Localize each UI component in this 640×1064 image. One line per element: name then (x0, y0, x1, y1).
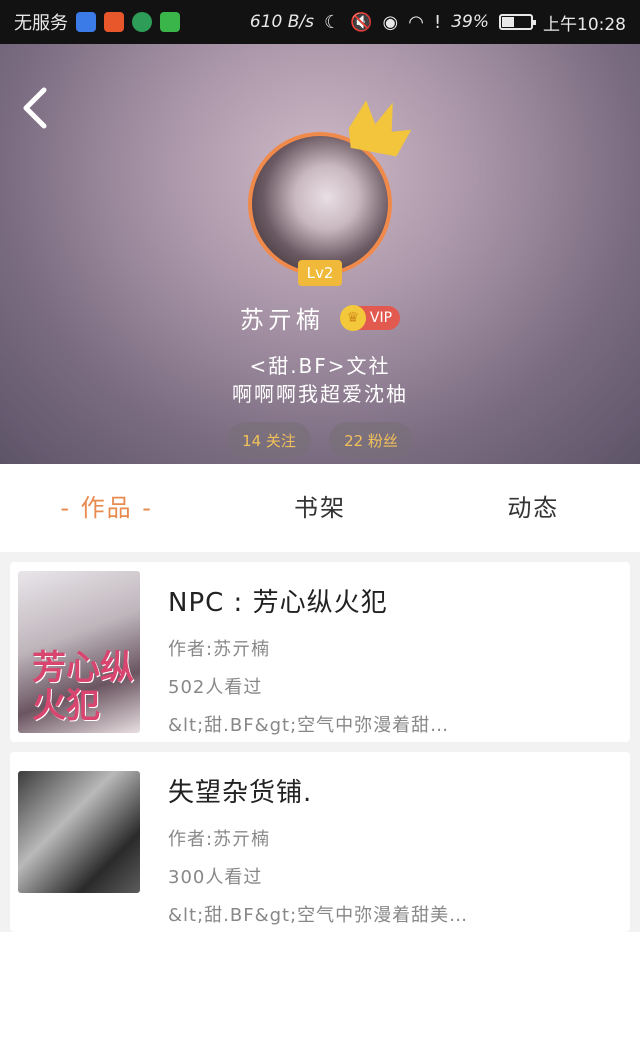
net-speed: 610 B/s (249, 12, 314, 32)
mute-icon: 🔇 (350, 11, 373, 33)
following-button[interactable]: 14 关注 (227, 422, 311, 458)
work-description: &lt;甜.BF&gt;空气中弥漫着甜… (168, 715, 450, 736)
chevron-left-icon (23, 87, 47, 129)
crown-coin-icon: ♛ (339, 304, 366, 331)
vip-badge: ♛ VIP (339, 304, 401, 331)
download-icon (132, 12, 152, 32)
moon-icon: ☾ (323, 11, 341, 33)
stats-row: 14 关注 22 粉丝 (0, 422, 640, 458)
work-card[interactable]: 失望杂货铺. 作者:苏亓楠 300人看过 &lt;甜.BF&gt;空气中弥漫着甜… (10, 752, 630, 932)
level-badge: Lv2 (298, 260, 342, 286)
profile-header: Lv2 苏亓楠 ♛ VIP <甜.BF>文社 啊啊啊我超爱沈柚 14 关注 22… (0, 44, 640, 464)
work-card[interactable]: 芳心纵火犯 NPC : 芳心纵火犯 作者:苏亓楠 502人看过 &lt;甜.BF… (10, 562, 630, 742)
battery-icon (499, 14, 536, 30)
video-icon (104, 12, 124, 32)
back-button[interactable] (16, 84, 56, 132)
eye-icon: ◉ (382, 11, 399, 33)
divider (0, 552, 640, 562)
bio-line-2: 啊啊啊我超爱沈柚 (232, 382, 408, 406)
battery-percent: 39% (451, 12, 489, 32)
iqiyi-icon (160, 12, 180, 32)
baidu-icon (76, 12, 96, 32)
wifi-icon: ◠ (408, 11, 424, 33)
name-row: 苏亓楠 ♛ VIP (0, 300, 640, 335)
status-bar: 无服务 610 B/s ☾ 🔇 ◉ ◠ ! 39% 上午10:28 (0, 0, 640, 44)
work-views: 300人看过 (168, 867, 263, 888)
bio-line-1: <甜.BF>文社 (249, 354, 391, 378)
tab-bookshelf[interactable]: 书架 (213, 464, 426, 552)
carrier-text: 无服务 (14, 13, 68, 34)
profile-tabs: - 作品 - 书架 动态 (0, 464, 640, 552)
tab-activity[interactable]: 动态 (427, 464, 640, 552)
avatar-wrap: Lv2 (248, 100, 412, 286)
clock: 上午10:28 (543, 14, 626, 35)
tab-works[interactable]: - 作品 - (0, 464, 213, 552)
book-cover[interactable]: 芳心纵火犯 (18, 571, 140, 733)
work-description: &lt;甜.BF&gt;空气中弥漫着甜美… (168, 905, 469, 926)
work-author: 作者:苏亓楠 (168, 829, 271, 850)
works-list: 芳心纵火犯 NPC : 芳心纵火犯 作者:苏亓楠 502人看过 &lt;甜.BF… (0, 562, 640, 932)
user-name: 苏亓楠 (239, 306, 324, 334)
book-cover[interactable] (18, 771, 140, 893)
work-author: 作者:苏亓楠 (168, 639, 271, 660)
alert-icon: ! (433, 11, 442, 33)
work-views: 502人看过 (168, 677, 263, 698)
work-title[interactable]: NPC : 芳心纵火犯 (168, 582, 608, 619)
work-info: NPC : 芳心纵火犯 作者:苏亓楠 502人看过 &lt;甜.BF&gt;空气… (168, 582, 608, 737)
fans-button[interactable]: 22 粉丝 (329, 422, 413, 458)
crown-icon (348, 100, 412, 157)
work-info: 失望杂货铺. 作者:苏亓楠 300人看过 &lt;甜.BF&gt;空气中弥漫着甜… (168, 772, 608, 927)
work-title[interactable]: 失望杂货铺. (168, 772, 608, 809)
vip-label: VIP (369, 309, 393, 326)
cover-title: 芳心纵火犯 (32, 648, 134, 726)
